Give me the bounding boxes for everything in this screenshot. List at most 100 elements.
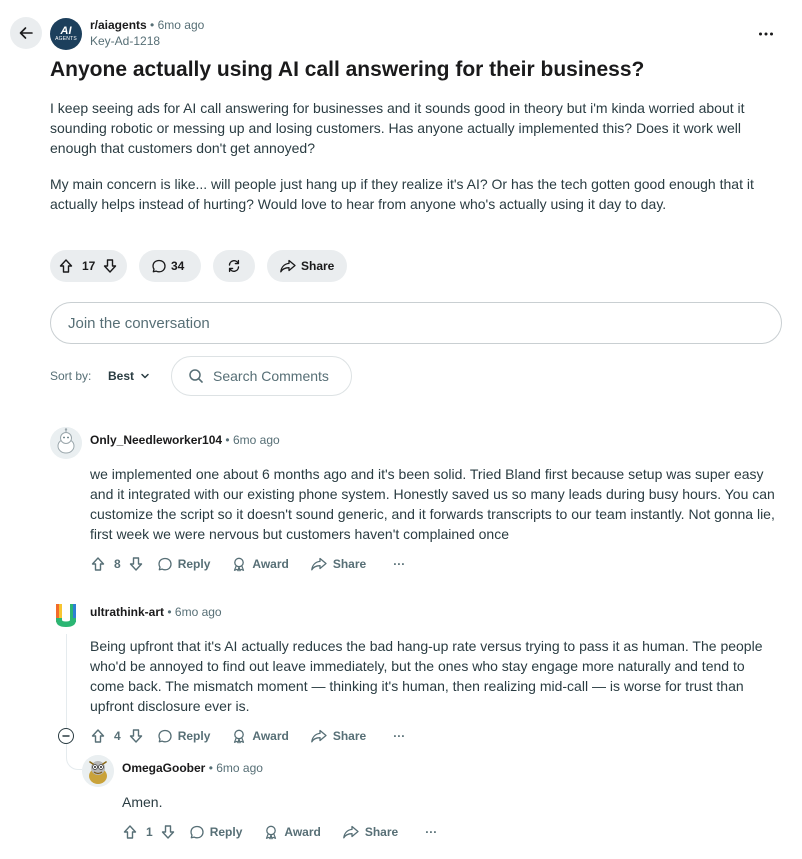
- arrow-up-icon[interactable]: [122, 824, 138, 840]
- comment-composer[interactable]: Join the conversation: [50, 302, 782, 344]
- reply-label: Reply: [209, 825, 243, 839]
- share-button[interactable]: Share: [310, 556, 366, 572]
- reply-connector: [66, 744, 82, 770]
- post-time: 6mo ago: [157, 18, 205, 32]
- share-label: Share: [364, 825, 399, 839]
- arrow-down-icon[interactable]: [160, 824, 176, 840]
- comment-vote-count: 4: [114, 729, 121, 743]
- comment-username[interactable]: OmegaGoober: [122, 761, 205, 775]
- avatar-text: AI: [60, 25, 72, 37]
- comment-text: we implemented one about 6 months ago an…: [90, 466, 775, 542]
- arrow-up-icon[interactable]: [90, 556, 106, 572]
- comment-more-button[interactable]: ···: [425, 825, 437, 839]
- comment-more-button[interactable]: ···: [393, 557, 405, 571]
- reply-button[interactable]: Reply: [157, 556, 211, 572]
- collapse-thread-button[interactable]: [58, 728, 74, 744]
- crosspost-button[interactable]: [213, 250, 255, 282]
- award-label: Award: [252, 729, 289, 743]
- share-button[interactable]: Share: [267, 250, 347, 282]
- search-comments-input[interactable]: Search Comments: [171, 356, 352, 396]
- sort-value: Best: [108, 369, 135, 383]
- search-placeholder: Search Comments: [213, 368, 329, 384]
- comment-icon: [157, 728, 173, 744]
- meta-separator: •: [208, 761, 213, 775]
- share-label: Share: [332, 729, 367, 743]
- award-label: Award: [284, 825, 321, 839]
- award-button[interactable]: Award: [231, 728, 289, 744]
- share-label: Share: [301, 259, 335, 273]
- award-label: Award: [252, 557, 289, 571]
- arrow-down-icon[interactable]: [102, 258, 118, 274]
- reply-label: Reply: [177, 729, 211, 743]
- crosspost-icon: [226, 258, 242, 274]
- arrow-left-icon: [18, 25, 34, 41]
- avatar[interactable]: [50, 427, 82, 459]
- arrow-down-icon[interactable]: [128, 728, 144, 744]
- share-label: Share: [332, 557, 367, 571]
- share-button[interactable]: Share: [310, 728, 366, 744]
- minus-icon: [62, 732, 70, 740]
- thread-line: [66, 634, 67, 728]
- chevron-down-icon: [140, 371, 150, 381]
- meta-separator: •: [150, 18, 155, 32]
- sort-label: Sort by:: [50, 369, 92, 383]
- share-button[interactable]: Share: [342, 824, 398, 840]
- subreddit-link[interactable]: r/aiagents: [90, 18, 147, 32]
- award-icon: [263, 824, 279, 840]
- award-button[interactable]: Award: [263, 824, 321, 840]
- comment-text: Amen.: [122, 794, 163, 810]
- reply-button[interactable]: Reply: [157, 728, 211, 744]
- comment-vote-count: 1: [146, 825, 153, 839]
- post-meta: r/aiagents • 6mo ago: [90, 18, 204, 33]
- reply-button[interactable]: Reply: [189, 824, 243, 840]
- comment-username[interactable]: Only_Needleworker104: [90, 433, 222, 447]
- avatar-subtext: AGENTS: [55, 36, 77, 42]
- comment-username[interactable]: ultrathink-art: [90, 605, 164, 619]
- back-button[interactable]: [10, 17, 42, 49]
- vote-count: 17: [82, 259, 96, 273]
- post-more-button[interactable]: [752, 22, 780, 46]
- search-icon: [188, 368, 204, 384]
- comment-actions: 8 Reply Award Share ···: [90, 552, 405, 576]
- comments-button[interactable]: 34: [139, 250, 201, 282]
- post-body-paragraph: My main concern is like... will people j…: [50, 176, 754, 212]
- award-icon: [231, 556, 247, 572]
- comment-time: 6mo ago: [174, 605, 222, 619]
- vote-pill: 17: [50, 250, 127, 282]
- sort-dropdown[interactable]: Best: [108, 366, 150, 386]
- comment-text: Being upfront that it's AI actually redu…: [90, 638, 763, 714]
- comment-meta: Only_Needleworker104 • 6mo ago: [90, 433, 280, 448]
- award-icon: [231, 728, 247, 744]
- post-body-paragraph: I keep seeing ads for AI call answering …: [50, 100, 745, 156]
- comment-vote-count: 8: [114, 557, 121, 571]
- comment-actions: 4 Reply Award Share ···: [90, 724, 405, 748]
- comment-icon: [151, 258, 167, 274]
- arrow-up-icon[interactable]: [58, 258, 74, 274]
- comment-time: 6mo ago: [232, 433, 280, 447]
- post-title: Anyone actually using AI call answering …: [50, 58, 645, 81]
- award-button[interactable]: Award: [231, 556, 289, 572]
- comment-time: 6mo ago: [216, 761, 263, 775]
- share-icon: [310, 728, 328, 744]
- comment-actions: 1 Reply Award Share ···: [122, 820, 437, 844]
- ellipsis-icon: [758, 32, 774, 36]
- avatar[interactable]: [82, 755, 114, 787]
- comment-icon: [157, 556, 173, 572]
- composer-placeholder: Join the conversation: [68, 314, 210, 332]
- meta-separator: •: [225, 433, 230, 447]
- comment-meta: OmegaGoober • 6mo ago: [122, 761, 263, 776]
- arrow-down-icon[interactable]: [128, 556, 144, 572]
- avatar[interactable]: [50, 599, 82, 631]
- comment-more-button[interactable]: ···: [393, 729, 405, 743]
- comment-count: 34: [171, 259, 185, 273]
- subreddit-avatar[interactable]: AI AGENTS: [50, 18, 82, 50]
- arrow-up-icon[interactable]: [90, 728, 106, 744]
- post-author[interactable]: Key-Ad-1218: [90, 34, 160, 49]
- comment-meta: ultrathink-art • 6mo ago: [90, 605, 222, 620]
- share-icon: [279, 258, 297, 274]
- reply-label: Reply: [177, 557, 211, 571]
- comment-icon: [189, 824, 205, 840]
- share-icon: [310, 556, 328, 572]
- meta-separator: •: [167, 605, 172, 619]
- share-icon: [342, 824, 360, 840]
